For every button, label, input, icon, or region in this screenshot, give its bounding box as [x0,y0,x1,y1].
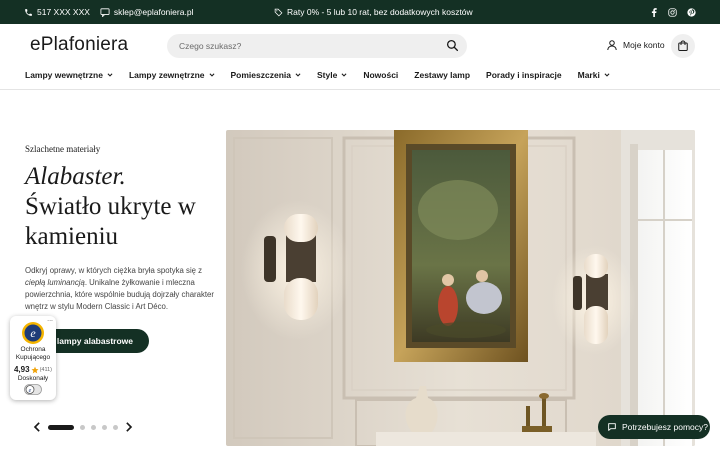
chevron-left-icon[interactable] [33,422,42,432]
slide-dot[interactable] [80,424,85,430]
nav-item-outdoor[interactable]: Lampy zewnętrzne [129,70,215,80]
nav-list: Lampy wewnętrzne Lampy zewnętrzne Pomies… [25,70,610,80]
badge-title: Ochrona Kupującego [15,346,51,361]
nav-item-styles[interactable]: Style [317,70,347,80]
chevron-down-icon [209,73,214,77]
instagram-icon[interactable] [668,7,677,17]
user-icon [607,40,617,51]
account-link[interactable]: Moje konto [606,39,665,51]
facebook-icon[interactable] [650,7,658,17]
chevron-down-icon [604,73,610,77]
nav-item-label: Style [317,70,338,80]
slide-dot[interactable] [113,424,118,430]
nav-item-label: Zestawy lamp [414,70,471,80]
star-icon [31,366,39,373]
svg-text:e: e [30,326,36,340]
slide-dot[interactable] [91,424,96,430]
social-links [650,0,696,24]
account-label: Moje konto [623,40,665,50]
slider-controls [33,422,133,432]
badge-score: 4,93 (411) [10,365,56,374]
site-header: ePlafoniera Moje konto [0,24,720,68]
main-nav: Lampy wewnętrzne Lampy zewnętrzne Pomies… [0,68,720,90]
slide-dot[interactable] [102,424,107,430]
nav-item-label: Lampy wewnętrzne [25,70,103,80]
badge-grade: Doskonały [17,375,49,382]
svg-text:e: e [29,388,32,394]
slide-dot-active[interactable] [48,424,74,430]
hero-desc-part: Odkryj oprawy, w których ciężka bryła sp… [25,266,203,275]
nav-item-label: Nowości [363,70,399,80]
trust-badge[interactable]: ... e Ochrona Kupującego 4,93 (411) Dosk… [10,316,56,400]
badge-score-value: 4,93 [13,365,30,374]
nav-item-brands[interactable]: Marki [578,70,610,80]
phone-number: 517 XXX XXX [37,7,90,17]
chat-bubble-icon [608,423,616,431]
toggle-icon[interactable]: e [24,384,42,395]
chevron-down-icon [341,73,347,77]
search-bar[interactable] [167,34,467,58]
promo-text: Raty 0% - 5 lub 10 rat, bez dodatkowych … [287,7,473,17]
contact-info: 517 XXX XXX sklep@eplafoniera.pl [24,0,193,24]
hero-eyebrow: Szlachetne materiały [25,144,101,154]
nav-item-label: Marki [577,70,600,80]
shield-logo-icon: e [22,322,44,344]
email-link[interactable]: sklep@eplafoniera.pl [100,7,194,17]
hero-title-rest: Światło ukryte w kamieniu [25,193,196,250]
cart-button[interactable] [671,34,695,58]
chevron-down-icon [107,73,113,77]
badge-count: (411) [39,366,52,373]
chevron-right-icon[interactable] [124,422,133,432]
search-input[interactable] [179,34,439,58]
hero-title-italic: Alabaster. [25,163,126,190]
bag-icon [678,40,688,51]
nav-item-label: Lampy zewnętrzne [128,70,205,80]
help-label: Potrzebujesz pomocy? [622,422,708,432]
hero-image [226,130,695,446]
hero-description: Odkryj oprawy, w których ciężka bryła sp… [25,265,220,313]
tag-icon [274,8,283,16]
search-icon[interactable] [446,39,459,52]
promo-banner[interactable]: Raty 0% - 5 lub 10 rat, bez dodatkowych … [274,0,473,24]
nav-item-label: Pomieszczenia [230,70,291,80]
phone-icon [25,8,32,16]
hero-scene [226,130,695,446]
phone-link[interactable]: 517 XXX XXX [24,7,90,17]
nav-item-new[interactable]: Nowości [363,70,398,80]
pinterest-icon[interactable] [687,7,696,17]
nav-item-inspiration[interactable]: Porady i inspiracje [486,70,562,80]
top-bar: 517 XXX XXX sklep@eplafoniera.pl Raty 0%… [0,0,720,24]
help-chat-button[interactable]: Potrzebujesz pomocy? [598,415,710,439]
nav-item-indoor[interactable]: Lampy wewnętrzne [25,70,113,80]
email-address: sklep@eplafoniera.pl [113,7,194,17]
nav-item-label: Porady i inspiracje [486,70,562,80]
nav-item-rooms[interactable]: Pomieszczenia [231,70,301,80]
more-icon[interactable]: ... [47,316,53,323]
site-logo[interactable]: ePlafoniera [30,34,128,56]
hero-desc-italic: ciepłą luminancją [25,278,85,287]
hero-title: Alabaster. Światło ukryte w kamieniu [25,162,225,252]
message-icon [100,7,110,17]
nav-item-sets[interactable]: Zestawy lamp [414,70,470,80]
chevron-down-icon [295,73,301,77]
